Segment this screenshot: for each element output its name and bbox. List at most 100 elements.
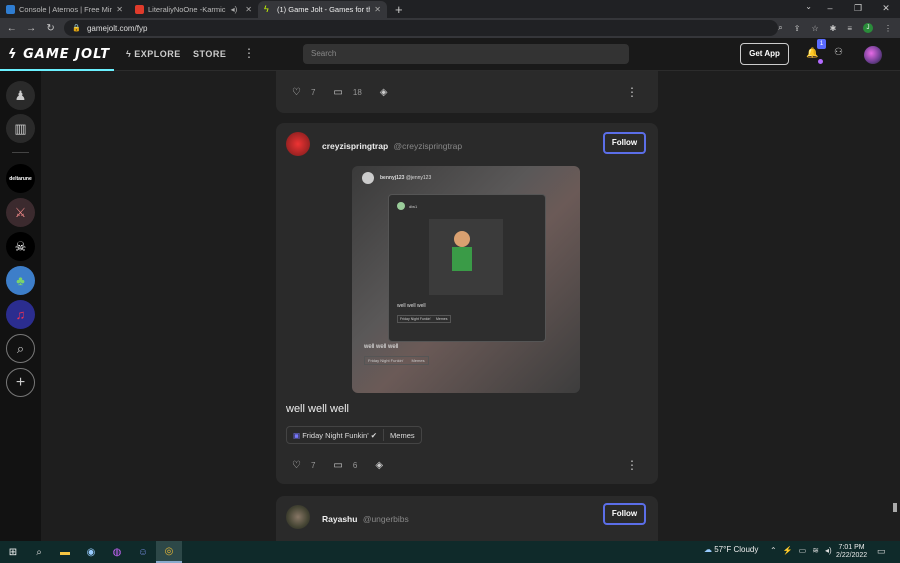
nav-explore[interactable]: ϟ EXPLORE <box>126 49 181 59</box>
file-explorer-icon[interactable]: ▬ <box>52 541 78 563</box>
sidebar-library-icon[interactable]: ▥ <box>6 114 35 143</box>
tab-search-icon[interactable]: ⌄ <box>805 2 812 11</box>
sidebar-community-tree-icon[interactable]: ♣ <box>6 266 35 295</box>
poster-name[interactable]: Rayashu @ungerbibs <box>322 514 409 524</box>
character-body <box>452 247 472 271</box>
inner-post-text-2: well well well <box>364 344 399 350</box>
display-icon[interactable]: ▭ <box>799 546 807 555</box>
tag-memes[interactable]: Memes <box>390 431 415 440</box>
nav-explore-label: EXPLORE <box>134 49 181 59</box>
inner-username-2: dlw1 <box>409 204 418 209</box>
post-more-icon[interactable]: ⋮ <box>626 458 638 472</box>
zoom-icon[interactable]: ⌕ <box>778 23 782 33</box>
reload-icon[interactable]: ↻ <box>43 23 58 34</box>
wifi-icon[interactable]: ≋ <box>812 546 819 555</box>
inner-username-text: bennyj123 <box>380 175 405 181</box>
windows-taskbar: ⊞ ⌕ ▬ ◉ ◍ ☺ ◎ ☁ 57°F Cloudy ⌃ ⚡ ▭ ≋ ◂) 7… <box>0 541 900 563</box>
left-sidebar: ♟ ▥ deltarune ⚔ ☠ ♣ ♫ ⌕ + <box>0 71 41 541</box>
post-more-icon[interactable]: ⋮ <box>626 85 638 99</box>
page-scrollbar[interactable] <box>891 71 900 541</box>
new-tab-button[interactable]: + <box>387 1 411 18</box>
poster-username: creyzispringtrap <box>322 141 389 151</box>
gamejolt-logo[interactable]: ϟ GAME JOLT <box>8 47 110 62</box>
close-icon[interactable]: ✕ <box>374 5 381 14</box>
clock-time: 7:01 PM <box>838 544 865 551</box>
poster-name[interactable]: creyzispringtrap @creyzispringtrap <box>322 141 462 151</box>
minimize-icon[interactable]: – <box>816 0 844 18</box>
speaker-icon[interactable]: ◂) <box>231 5 238 14</box>
comment-icon[interactable]: ▭ <box>333 460 342 471</box>
sidebar-explore-icon[interactable]: ♟ <box>6 81 35 110</box>
comment-icon[interactable]: ▭ <box>333 87 342 98</box>
post-media-image[interactable]: bennyj123 @jenny123 dlw1 well well well … <box>352 166 580 393</box>
sticker-icon[interactable]: ◈ <box>380 87 388 98</box>
taskbar-clock[interactable]: 7:01 PM 2/22/2022 <box>836 544 867 560</box>
close-window-icon[interactable]: ✕ <box>872 0 900 18</box>
taskbar-search-icon[interactable]: ⌕ <box>26 541 52 563</box>
sidebar-community-fnf-icon[interactable]: ♫ <box>6 300 35 329</box>
url-field[interactable]: 🔒 gamejolt.com/fyp <box>64 20 779 36</box>
volume-icon[interactable]: ◂) <box>825 546 832 555</box>
discord-icon[interactable]: ☺ <box>130 541 156 563</box>
sidebar-add-icon[interactable]: + <box>6 368 35 397</box>
share-icon[interactable]: ⇪ <box>794 24 801 33</box>
address-bar-row: ← → ↻ 🔒 gamejolt.com/fyp ⌕ ⇪ ☆ ✱ ≡ J ⋮ <box>0 18 900 38</box>
sidebar-divider <box>12 152 29 153</box>
inner-tag-3: Friday Night Funkin' <box>368 358 404 363</box>
sidebar-community-sans-icon[interactable]: ☠ <box>6 232 35 261</box>
sidebar-search-icon[interactable]: ⌕ <box>6 334 35 363</box>
sticker-icon[interactable]: ◈ <box>375 460 383 471</box>
nav-store[interactable]: STORE <box>193 49 226 59</box>
profile-avatar[interactable]: J <box>863 23 873 33</box>
like-icon[interactable]: ♡ <box>292 87 301 98</box>
search-input[interactable]: Search <box>303 44 629 64</box>
steam-icon[interactable]: ◉ <box>78 541 104 563</box>
browser-menu-icon[interactable]: ⋮ <box>884 24 892 33</box>
poster-avatar[interactable] <box>286 505 310 529</box>
like-count: 7 <box>310 88 316 97</box>
browser-tab-active[interactable]: ϟ (1) Game Jolt - Games for the lov ✕ <box>258 1 387 18</box>
back-icon[interactable]: ← <box>4 23 19 34</box>
weather-text: 57°F Cloudy <box>714 545 759 554</box>
weather-widget[interactable]: ☁ 57°F Cloudy <box>704 545 758 554</box>
close-icon[interactable]: ✕ <box>245 5 252 14</box>
logo-text: GAME JOLT <box>23 47 111 62</box>
network-icon[interactable]: ⚡ <box>783 546 793 555</box>
post-tags: ▣ Friday Night Funkin' ✔ Memes <box>286 426 422 444</box>
follow-button[interactable]: Follow <box>603 132 646 154</box>
extensions-icon[interactable]: ✱ <box>830 24 837 33</box>
sidebar-community-deltarune[interactable]: deltarune <box>6 164 35 193</box>
poster-avatar[interactable] <box>286 132 310 156</box>
browser-tab[interactable]: LiteraliyNoOne -Karmic Beat ◂) ✕ <box>129 1 258 18</box>
inner-handle: @jenny123 <box>405 175 432 181</box>
bookmark-star-icon[interactable]: ☆ <box>811 24 818 33</box>
tag-fnf[interactable]: ▣ Friday Night Funkin' ✔ <box>293 431 377 440</box>
like-icon[interactable]: ♡ <box>292 460 301 471</box>
inner-image <box>429 219 503 295</box>
inner-tag-1: Friday Night Funkin' <box>400 317 432 321</box>
chrome-icon[interactable]: ◎ <box>156 541 182 563</box>
sidebar-community-game-icon[interactable]: ⚔ <box>6 198 35 227</box>
tab-favicon-icon <box>6 5 15 14</box>
friends-icon[interactable]: ⚇ <box>834 47 843 58</box>
app-icon[interactable]: ◍ <box>104 541 130 563</box>
fnf-game-icon: ▣ <box>293 430 301 440</box>
reading-list-icon[interactable]: ≡ <box>847 24 852 33</box>
follow-button[interactable]: Follow <box>603 503 646 525</box>
url-text: gamejolt.com/fyp <box>86 23 148 33</box>
get-app-button[interactable]: Get App <box>740 43 789 65</box>
more-menu-icon[interactable]: ⋮ <box>243 46 255 60</box>
maximize-icon[interactable]: ❐ <box>844 0 872 18</box>
close-icon[interactable]: ✕ <box>116 5 123 14</box>
forward-icon[interactable]: → <box>23 23 38 34</box>
comment-count: 18 <box>352 88 362 97</box>
browser-tab[interactable]: Console | Aternos | Free Minecraft ✕ <box>0 1 129 18</box>
tray-chevron-icon[interactable]: ⌃ <box>770 546 777 555</box>
notifications-bell-icon[interactable]: 🔔 <box>806 48 818 59</box>
logo-bolt-icon: ϟ <box>8 47 18 62</box>
user-avatar[interactable] <box>864 46 882 64</box>
notification-count-badge: 1 <box>817 39 826 49</box>
notification-center-icon[interactable]: ▭ <box>877 546 886 557</box>
windows-start-icon[interactable]: ⊞ <box>0 541 26 563</box>
scrollbar-thumb[interactable] <box>893 503 897 512</box>
